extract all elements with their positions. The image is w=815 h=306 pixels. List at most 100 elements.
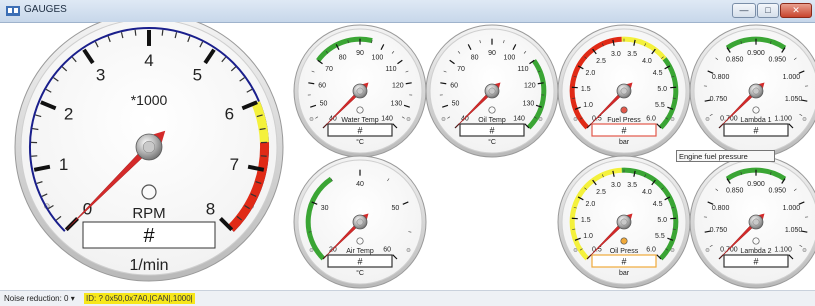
fuel-press-tooltip: Engine fuel pressure <box>676 150 775 162</box>
fuel-press-gauge: 0.51.01.52.02.53.0 3.54.04.55.05.56.0Fuel… <box>557 24 691 158</box>
tick-label: 1.5 <box>581 217 591 224</box>
gauge-label: RPM <box>132 205 165 222</box>
tick-label: 1.050 <box>785 96 803 103</box>
tick-label: 140 <box>513 116 525 123</box>
needle-hub-cap <box>488 87 496 95</box>
tick-label: 5.5 <box>655 102 665 109</box>
indicator-lamp-icon <box>620 106 628 114</box>
value-display-text: # <box>357 257 362 267</box>
tick-label: 40 <box>329 116 337 123</box>
indicator-lamp-icon <box>752 106 760 114</box>
screw-icon <box>441 117 446 121</box>
tick-label: 110 <box>385 66 396 73</box>
screw-icon <box>802 117 807 121</box>
tick-label: 0.850 <box>726 57 744 64</box>
tick-label: 50 <box>320 100 328 107</box>
lambda-2-gauge: 0.700 0.750 0.800 0.8500.900 0.950 1.000 1.050… <box>689 155 815 289</box>
indicator-lamp-icon <box>620 237 628 245</box>
rpm-gauge: 012345678*1000RPM#1/min <box>14 22 284 282</box>
minor-tick <box>134 29 137 36</box>
tick-label: 4.0 <box>642 58 652 65</box>
screw-icon <box>802 248 807 252</box>
screw-icon <box>309 117 314 121</box>
maximize-button[interactable]: □ <box>757 3 779 18</box>
needle-hub-cap <box>752 87 760 95</box>
tick-label: 5.0 <box>657 217 667 224</box>
minimize-button[interactable]: — <box>732 3 756 18</box>
tick-label: 1.000 <box>783 205 801 212</box>
unit-label: °C <box>488 138 496 146</box>
value-display-text: # <box>621 126 626 136</box>
tick-label: 0.900 <box>747 50 765 57</box>
oil-temp-gauge: 40 50 60 70 80 90 100110 120 130 140 Oil Temp # °C <box>425 24 559 158</box>
tick-label: 4.5 <box>653 201 663 208</box>
tick-label: 1.5 <box>581 86 591 93</box>
minor-tick <box>161 29 164 36</box>
dropdown-arrow-icon: ▾ <box>70 294 75 303</box>
tick-label: 2.0 <box>586 201 596 208</box>
gauge-label: Water Temp <box>341 117 378 124</box>
tick-label: 140 <box>381 116 393 123</box>
tick-label: 50 <box>452 100 460 107</box>
tick-label: 6.0 <box>646 247 656 254</box>
value-display-text: # <box>489 126 494 136</box>
tick-label: 0.950 <box>769 57 787 64</box>
tick-label: 0.850 <box>726 188 744 195</box>
tick-label: 7 <box>230 155 239 174</box>
close-button[interactable]: ✕ <box>780 3 812 18</box>
unit-label: bar <box>619 139 630 146</box>
tick-label: 40 <box>356 181 364 188</box>
water-temp-gauge: 40 50 60 70 80 90 100110 120 130 140Water Temp # °C <box>293 24 427 158</box>
tick-label: 6 <box>225 105 234 124</box>
tick-label: 90 <box>488 50 496 57</box>
tick-label: 30 <box>321 205 329 212</box>
tick-label: 110 <box>517 66 528 73</box>
value-display-text: # <box>143 225 155 247</box>
unit-label: °C <box>356 138 364 146</box>
can-id-indicator: ID: ? 0x50,0x7A0,|CAN|,1000| <box>84 293 195 304</box>
tick-label: 2.5 <box>596 189 606 196</box>
unit-label: 1/min <box>129 257 168 274</box>
window-title: GAUGES <box>24 4 67 15</box>
value-display-text: # <box>753 126 758 136</box>
tick-label: 120 <box>524 83 536 90</box>
gauges-app-icon <box>6 6 20 16</box>
indicator-lamp-icon <box>488 106 496 114</box>
gauge-label: Lambda 2 <box>740 248 771 255</box>
tick-label: 3.5 <box>627 182 637 189</box>
screw-icon <box>573 248 578 252</box>
screw-icon <box>670 248 675 252</box>
value-display-text: # <box>753 257 758 267</box>
tick-label: 0.700 <box>720 116 738 123</box>
tick-label: 4.5 <box>653 70 663 77</box>
needle-hub-cap <box>752 218 760 226</box>
tick-label: 1.100 <box>774 116 792 123</box>
screw-icon <box>406 117 411 121</box>
tick-label: 0.950 <box>769 188 787 195</box>
needle-hub-cap <box>620 87 628 95</box>
unit-label: bar <box>619 270 630 277</box>
tick-label: 0.700 <box>720 247 738 254</box>
value-display-text: # <box>621 257 626 267</box>
oil-press-gauge: 0.51.01.52.02.53.0 3.54.04.55.05.56.0Oil … <box>557 155 691 289</box>
tick-label: 0.750 <box>710 96 728 103</box>
tick-label: 0.750 <box>710 227 728 234</box>
indicator-lamp-icon <box>752 237 760 245</box>
tick-label: 0.800 <box>712 74 730 81</box>
tick-label: 0.800 <box>712 205 730 212</box>
tick-label: 1 <box>59 155 68 174</box>
indicator-lamp-icon <box>356 237 364 245</box>
gauge-label: Lambda 1 <box>740 117 771 124</box>
tick-label: 3 <box>96 66 105 85</box>
screw-icon <box>573 117 578 121</box>
tick-label: 20 <box>329 247 337 254</box>
gauges-window: GAUGES — □ ✕ 012345678*1000RPM#1/min4050… <box>0 0 815 306</box>
tick-label: 1.0 <box>583 102 593 109</box>
tick-label: 1.0 <box>583 233 593 240</box>
gauge-label: Air Temp <box>346 248 374 255</box>
title-bar[interactable]: GAUGES — □ ✕ <box>0 0 815 23</box>
screw-icon <box>705 248 710 252</box>
tick-label: 130 <box>391 100 403 107</box>
tick-label: 2.0 <box>586 70 596 77</box>
noise-reduction-dropdown[interactable]: Noise reduction: 0 ▾ <box>4 291 75 306</box>
